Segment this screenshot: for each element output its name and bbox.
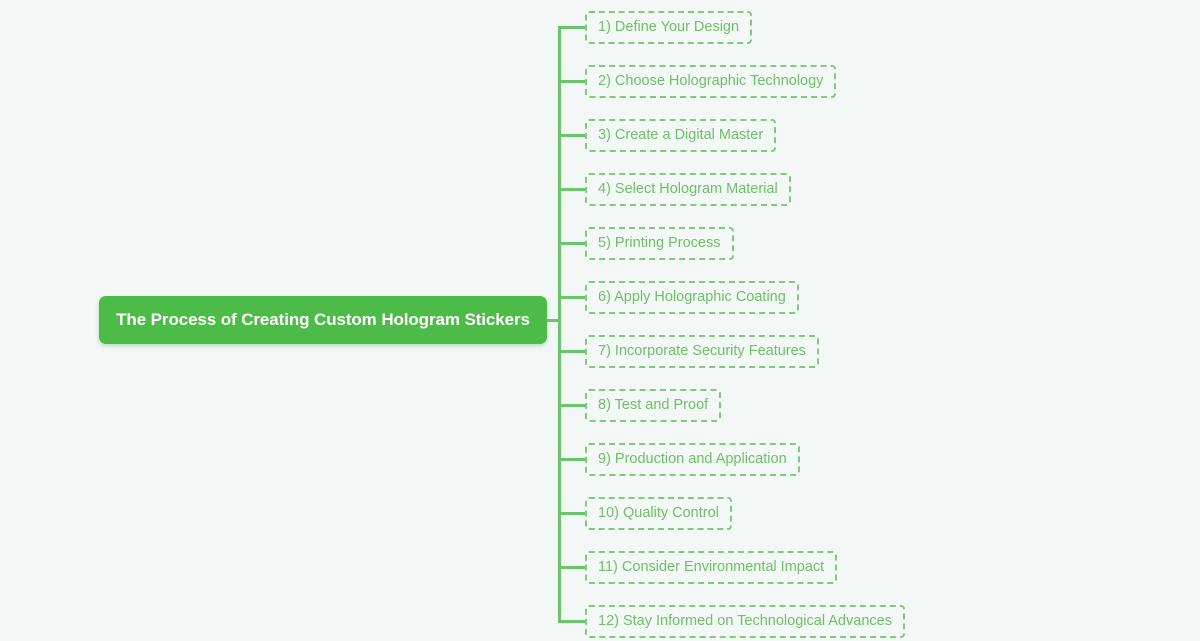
branch-connector-4 (558, 188, 585, 191)
branch-node-1[interactable]: 1) Define Your Design (585, 11, 753, 44)
branch-node-label: 12) Stay Informed on Technological Advan… (598, 613, 892, 630)
branch-node-label: 8) Test and Proof (598, 397, 709, 414)
branch-connector-12 (558, 620, 585, 623)
branch-node-8[interactable]: 8) Test and Proof (585, 389, 722, 422)
trunk-connector-line (558, 27, 561, 621)
branch-node-3[interactable]: 3) Create a Digital Master (585, 119, 777, 152)
branch-connector-3 (558, 134, 585, 137)
branch-node-4[interactable]: 4) Select Hologram Material (585, 173, 791, 206)
central-topic-label: The Process of Creating Custom Hologram … (116, 310, 530, 329)
branch-connector-6 (558, 296, 585, 299)
branch-connector-7 (558, 350, 585, 353)
mindmap-canvas: The Process of Creating Custom Hologram … (0, 0, 1200, 641)
branch-connector-10 (558, 512, 585, 515)
branch-node-label: 9) Production and Application (598, 451, 787, 468)
branch-node-label: 10) Quality Control (598, 505, 719, 522)
branch-node-12[interactable]: 12) Stay Informed on Technological Advan… (585, 605, 905, 638)
branch-node-label: 6) Apply Holographic Coating (598, 289, 786, 306)
branch-node-11[interactable]: 11) Consider Environmental Impact (585, 551, 838, 584)
branch-node-2[interactable]: 2) Choose Holographic Technology (585, 65, 837, 98)
branch-node-10[interactable]: 10) Quality Control (585, 497, 732, 530)
branch-node-label: 1) Define Your Design (598, 19, 740, 36)
branch-node-label: 5) Printing Process (598, 235, 721, 252)
branch-connector-2 (558, 80, 585, 83)
branch-connector-1 (558, 26, 585, 29)
branch-node-label: 7) Incorporate Security Features (598, 343, 806, 360)
branch-connector-8 (558, 404, 585, 407)
branch-node-label: 2) Choose Holographic Technology (598, 73, 824, 90)
branch-node-9[interactable]: 9) Production and Application (585, 443, 800, 476)
branch-node-7[interactable]: 7) Incorporate Security Features (585, 335, 819, 368)
branch-node-5[interactable]: 5) Printing Process (585, 227, 734, 260)
branch-node-label: 3) Create a Digital Master (598, 127, 764, 144)
branch-node-label: 4) Select Hologram Material (598, 181, 778, 198)
central-topic-node[interactable]: The Process of Creating Custom Hologram … (99, 296, 547, 344)
branch-node-label: 11) Consider Environmental Impact (598, 559, 825, 576)
branch-connector-5 (558, 242, 585, 245)
branch-node-6[interactable]: 6) Apply Holographic Coating (585, 281, 799, 314)
branch-connector-11 (558, 566, 585, 569)
branch-connector-9 (558, 458, 585, 461)
